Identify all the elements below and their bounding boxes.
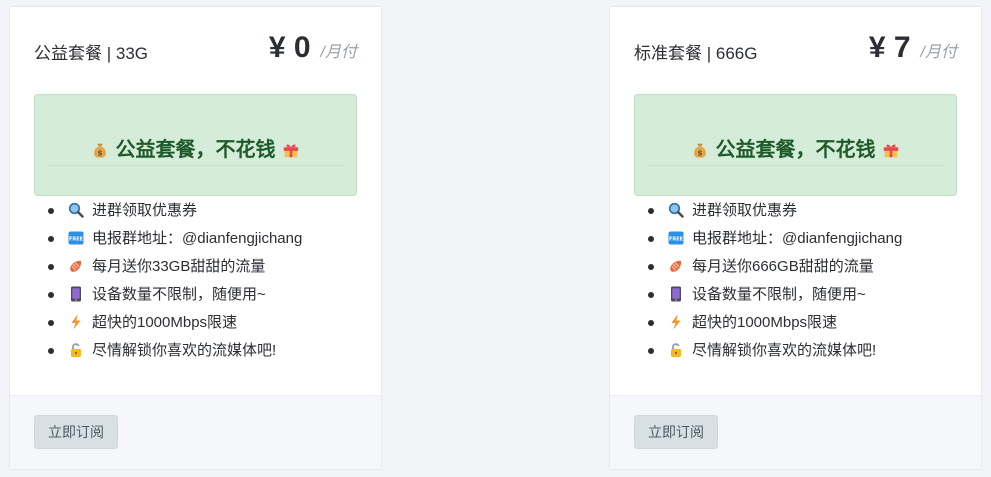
feature-text: 设备数量不限制，随便用~ [92,286,266,303]
feature-text: 尽情解锁你喜欢的流媒体吧! [92,342,277,359]
feature-text: 超快的1000Mbps限速 [692,314,838,331]
plan-banner: 公益套餐，不花钱 [34,94,357,196]
feature-item: 超快的1000Mbps限速 [648,309,902,337]
price-amount: ¥ 0 [268,31,311,64]
feature-item: 尽情解锁你喜欢的流媒体吧! [648,337,902,365]
free-badge-icon [668,230,684,246]
feature-text: 尽情解锁你喜欢的流媒体吧! [692,342,877,359]
feature-item: 电报群地址：@dianfengjichang [648,225,902,253]
bullet [648,320,654,326]
feature-text: 每月送你666GB甜甜的流量 [692,258,874,275]
plan-card: 标准套餐 | 666G ¥ 7/月付 公益套餐，不花钱 进群领取优惠券 电报群地… [609,6,982,470]
plan-name: 公益套餐 | 33G [34,44,148,63]
feature-text: 进群领取优惠券 [692,202,798,219]
feature-text: 电报群地址：@dianfengjichang [692,230,903,247]
feature-item: 进群领取优惠券 [648,197,902,225]
feature-text: 电报群地址：@dianfengjichang [92,230,303,247]
money-bag-icon [691,141,709,159]
phone-icon [668,286,684,302]
money-bag-icon [91,141,109,159]
feature-item: 每月送你33GB甜甜的流量 [48,253,302,281]
gift-icon [882,141,900,159]
price-period: /月付 [920,44,957,61]
phone-icon [68,286,84,302]
free-badge-icon [68,230,84,246]
bullet [48,236,54,242]
plan-card: 公益套餐 | 33G ¥ 0/月付 公益套餐，不花钱 进群领取优惠券 电报群地址… [9,6,382,470]
magnifier-icon [668,202,684,218]
candy-icon [668,258,684,274]
divider [47,165,344,166]
lightning-icon [668,314,684,330]
price-amount: ¥ 7 [868,31,911,64]
feature-text: 进群领取优惠券 [92,202,198,219]
banner-text: 公益套餐，不花钱 [715,137,876,161]
bullet [48,208,54,214]
feature-item: 电报群地址：@dianfengjichang [48,225,302,253]
plan-header: 标准套餐 | 666G ¥ 7/月付 [634,31,957,71]
subscribe-button[interactable]: 立即订阅 [34,415,118,449]
feature-list: 进群领取优惠券 电报群地址：@dianfengjichang 每月送你666GB… [648,197,902,365]
feature-item: 设备数量不限制，随便用~ [48,281,302,309]
bullet [648,292,654,298]
gift-icon [282,141,300,159]
subscribe-button[interactable]: 立即订阅 [634,415,718,449]
unlock-icon [68,342,84,358]
unlock-icon [668,342,684,358]
feature-item: 每月送你666GB甜甜的流量 [648,253,902,281]
feature-text: 每月送你33GB甜甜的流量 [92,258,266,275]
bullet [48,264,54,270]
divider [647,165,944,166]
bullet [48,320,54,326]
feature-item: 进群领取优惠券 [48,197,302,225]
plan-banner: 公益套餐，不花钱 [634,94,957,196]
feature-item: 设备数量不限制，随便用~ [648,281,902,309]
feature-text: 设备数量不限制，随便用~ [692,286,866,303]
bullet [48,292,54,298]
bullet [648,348,654,354]
plan-header: 公益套餐 | 33G ¥ 0/月付 [34,31,357,71]
candy-icon [68,258,84,274]
price-period: /月付 [320,44,357,61]
bullet [648,208,654,214]
bullet [48,348,54,354]
feature-item: 尽情解锁你喜欢的流媒体吧! [48,337,302,365]
plan-price: ¥ 0/月付 [269,31,357,65]
bullet [648,236,654,242]
lightning-icon [68,314,84,330]
banner-text: 公益套餐，不花钱 [115,137,276,161]
card-footer: 立即订阅 [610,395,981,469]
magnifier-icon [68,202,84,218]
plan-price: ¥ 7/月付 [869,31,957,65]
feature-list: 进群领取优惠券 电报群地址：@dianfengjichang 每月送你33GB甜… [48,197,302,365]
bullet [648,264,654,270]
feature-text: 超快的1000Mbps限速 [92,314,238,331]
card-footer: 立即订阅 [10,395,381,469]
plan-name: 标准套餐 | 666G [634,44,758,63]
feature-item: 超快的1000Mbps限速 [48,309,302,337]
